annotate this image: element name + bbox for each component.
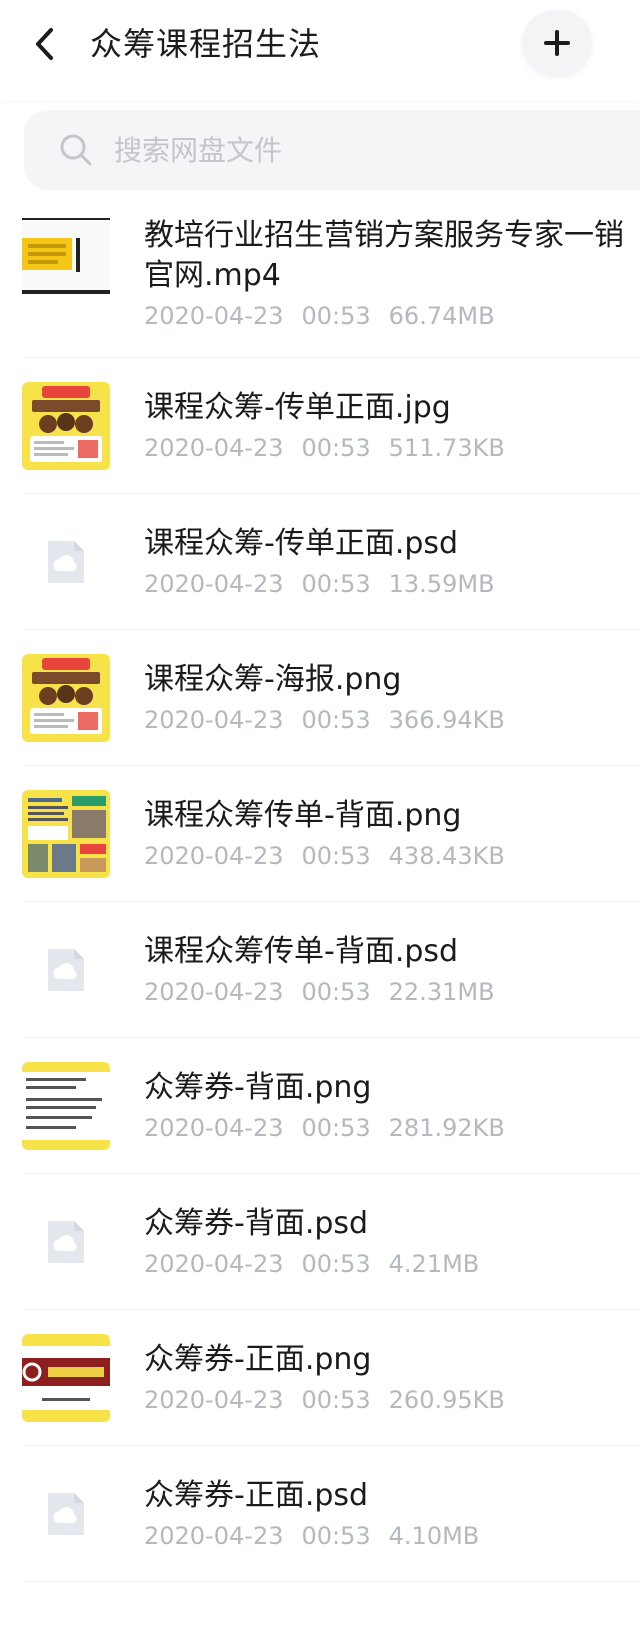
- file-time: 00:53: [301, 1250, 371, 1278]
- file-list: 教培行业招生营销方案服务专家一销官网.mp4 2020-04-23 00:53 66.…: [0, 200, 640, 1582]
- file-size: 366.94KB: [388, 706, 505, 734]
- add-button[interactable]: [522, 10, 592, 76]
- file-info: 众筹券-背面.psd 2020-04-23 00:53 4.21MB: [144, 1204, 640, 1280]
- file-name: 教培行业招生营销方案服务专家一销官网.mp4: [144, 218, 624, 293]
- file-meta: 2020-04-23 00:53 438.43KB: [144, 840, 640, 872]
- file-size: 4.21MB: [388, 1250, 480, 1278]
- file-info: 众筹券-背面.png 2020-04-23 00:53 281.92KB: [144, 1068, 640, 1144]
- file-size: 438.43KB: [388, 842, 505, 870]
- file-name: 众筹券-背面.psd: [144, 1206, 369, 1241]
- file-row[interactable]: 众筹券-正面.png 2020-04-23 00:53 260.95KB: [0, 1310, 640, 1446]
- file-row[interactable]: 课程众筹-传单正面.psd 2020-04-23 00:53 13.59MB: [0, 494, 640, 630]
- file-time: 00:53: [301, 1386, 371, 1414]
- header-bar: 众筹课程招生法: [0, 0, 640, 100]
- file-cloud-icon: [44, 1491, 88, 1537]
- file-meta: 2020-04-23 00:53 511.73KB: [144, 432, 640, 464]
- file-date: 2020-04-23: [144, 1522, 284, 1550]
- file-thumbnail: [22, 1062, 110, 1150]
- search-input[interactable]: [114, 133, 574, 167]
- file-date: 2020-04-23: [144, 842, 284, 870]
- file-size: 511.73KB: [388, 434, 505, 462]
- file-name: 课程众筹-传单正面.psd: [144, 526, 459, 561]
- file-name: 课程众筹传单-背面.psd: [144, 934, 459, 969]
- file-meta: 2020-04-23 00:53 260.95KB: [144, 1384, 640, 1416]
- file-meta: 2020-04-23 00:53 66.74MB: [144, 300, 640, 332]
- file-info: 教培行业招生营销方案服务专家一销官网.mp4 2020-04-23 00:53 66.…: [144, 216, 640, 332]
- file-info: 课程众筹传单-背面.psd 2020-04-23 00:53 22.31MB: [144, 932, 640, 1008]
- file-name: 众筹券-正面.psd: [144, 1478, 369, 1513]
- file-info: 课程众筹-传单正面.psd 2020-04-23 00:53 13.59MB: [144, 524, 640, 600]
- file-time: 00:53: [301, 978, 371, 1006]
- file-info: 课程众筹传单-背面.png 2020-04-23 00:53 438.43KB: [144, 796, 640, 872]
- file-time: 00:53: [301, 1522, 371, 1550]
- file-thumbnail: [22, 1334, 110, 1422]
- file-name: 课程众筹传单-背面.png: [144, 798, 462, 833]
- file-meta: 2020-04-23 00:53 4.21MB: [144, 1248, 640, 1280]
- file-cloud-icon: [44, 1219, 88, 1265]
- file-time: 00:53: [301, 706, 371, 734]
- file-time: 00:53: [301, 302, 371, 330]
- file-row[interactable]: 课程众筹传单-背面.psd 2020-04-23 00:53 22.31MB: [0, 902, 640, 1038]
- file-meta: 2020-04-23 00:53 4.10MB: [144, 1520, 640, 1552]
- file-meta: 2020-04-23 00:53 22.31MB: [144, 976, 640, 1008]
- file-meta: 2020-04-23 00:53 366.94KB: [144, 704, 640, 736]
- file-size: 22.31MB: [388, 978, 495, 1006]
- file-size: 13.59MB: [388, 570, 495, 598]
- file-time: 00:53: [301, 1114, 371, 1142]
- file-row[interactable]: 课程众筹-海报.png 2020-04-23 00:53 366.94KB: [0, 630, 640, 766]
- file-time: 00:53: [301, 434, 371, 462]
- file-thumbnail: [22, 382, 110, 470]
- file-meta: 2020-04-23 00:53 13.59MB: [144, 568, 640, 600]
- file-info: 课程众筹-传单正面.jpg 2020-04-23 00:53 511.73KB: [144, 388, 640, 464]
- file-thumbnail: [22, 212, 110, 300]
- file-row[interactable]: 课程众筹传单-背面.png 2020-04-23 00:53 438.43KB: [0, 766, 640, 902]
- file-name: 众筹券-正面.png: [144, 1342, 372, 1377]
- file-cloud-icon: [44, 947, 88, 993]
- file-size: 281.92KB: [388, 1114, 505, 1142]
- file-row[interactable]: 课程众筹-传单正面.jpg 2020-04-23 00:53 511.73KB: [0, 358, 640, 494]
- file-date: 2020-04-23: [144, 302, 284, 330]
- file-date: 2020-04-23: [144, 570, 284, 598]
- file-info: 众筹券-正面.png 2020-04-23 00:53 260.95KB: [144, 1340, 640, 1416]
- file-cloud-icon: [44, 539, 88, 585]
- file-info: 课程众筹-海报.png 2020-04-23 00:53 366.94KB: [144, 660, 640, 736]
- file-thumbnail: [22, 654, 110, 742]
- file-meta: 2020-04-23 00:53 281.92KB: [144, 1112, 640, 1144]
- file-date: 2020-04-23: [144, 1250, 284, 1278]
- file-name: 课程众筹-海报.png: [144, 662, 402, 697]
- search-bar[interactable]: [24, 110, 640, 190]
- file-size: 66.74MB: [388, 302, 495, 330]
- file-date: 2020-04-23: [144, 1386, 284, 1414]
- file-thumbnail: [22, 790, 110, 878]
- file-date: 2020-04-23: [144, 978, 284, 1006]
- file-name: 课程众筹-传单正面.jpg: [144, 390, 451, 425]
- chevron-left-icon: [36, 28, 53, 60]
- file-time: 00:53: [301, 842, 371, 870]
- file-row[interactable]: 众筹券-正面.psd 2020-04-23 00:53 4.10MB: [0, 1446, 640, 1582]
- file-row[interactable]: 教培行业招生营销方案服务专家一销官网.mp4 2020-04-23 00:53 66.…: [0, 200, 640, 358]
- file-info: 众筹券-正面.psd 2020-04-23 00:53 4.10MB: [144, 1476, 640, 1552]
- file-size: 260.95KB: [388, 1386, 505, 1414]
- file-date: 2020-04-23: [144, 434, 284, 462]
- file-time: 00:53: [301, 570, 371, 598]
- page-title: 众筹课程招生法: [90, 25, 322, 63]
- plus-icon: [544, 30, 570, 56]
- file-row[interactable]: 众筹券-背面.psd 2020-04-23 00:53 4.21MB: [0, 1174, 640, 1310]
- file-size: 4.10MB: [388, 1522, 480, 1550]
- file-name: 众筹券-背面.png: [144, 1070, 372, 1105]
- back-button[interactable]: [22, 18, 66, 70]
- file-date: 2020-04-23: [144, 1114, 284, 1142]
- file-date: 2020-04-23: [144, 706, 284, 734]
- search-icon: [56, 130, 96, 170]
- file-row[interactable]: 众筹券-背面.png 2020-04-23 00:53 281.92KB: [0, 1038, 640, 1174]
